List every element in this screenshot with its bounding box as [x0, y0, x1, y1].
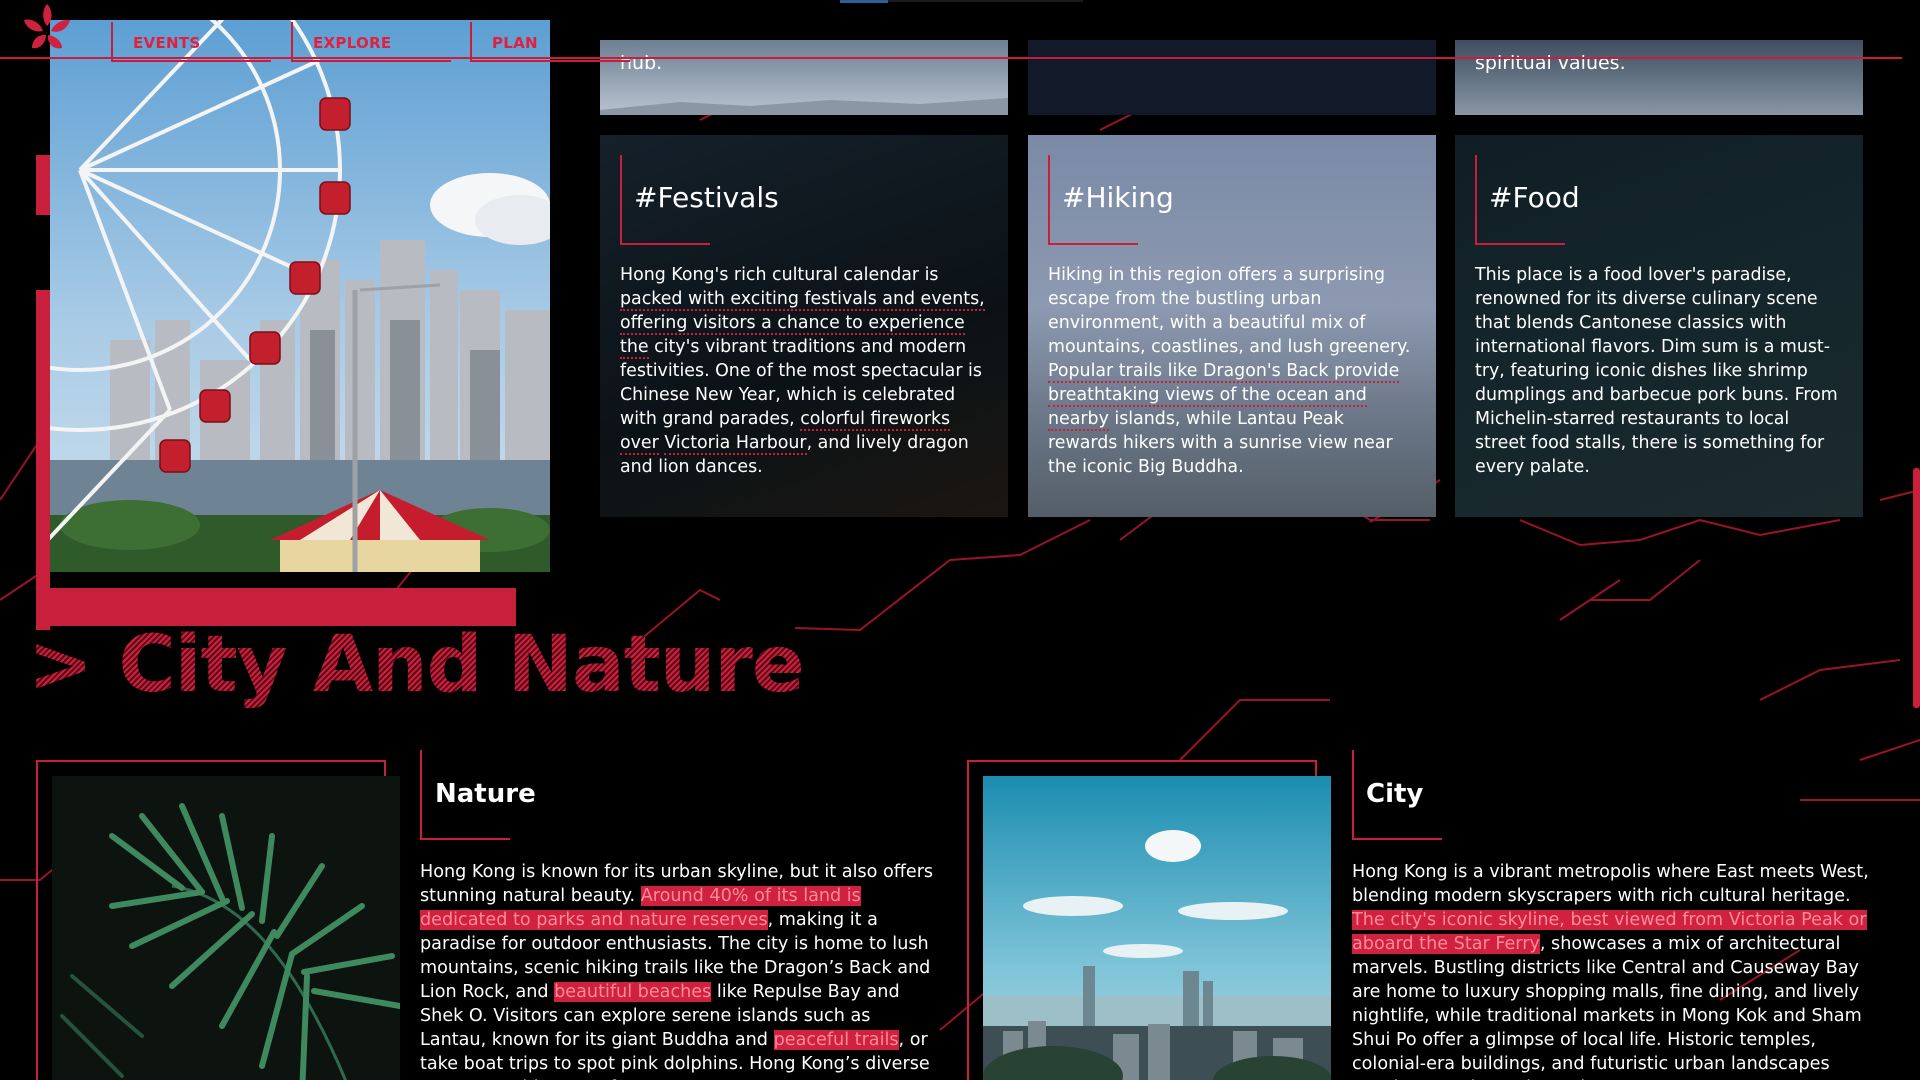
hiking-card[interactable]: #Hiking Hiking in this region offers a s… — [1028, 135, 1436, 517]
card-title: #Food — [1489, 181, 1580, 214]
ferris-wheel-photo — [50, 20, 550, 572]
nature-palm-photo — [52, 776, 400, 1080]
scrollbar-thumb[interactable] — [1913, 468, 1920, 708]
nav-explore[interactable]: EXPLORE — [291, 22, 451, 62]
bauhinia-flower-icon[interactable] — [18, 0, 76, 58]
nav-divider — [0, 57, 1902, 59]
card-text: Hong Kong's rich cultural calendar is pa… — [620, 265, 985, 477]
card-title: #Hiking — [1062, 181, 1174, 214]
highlight: peaceful trails — [773, 1030, 899, 1050]
nav-plan[interactable]: PLAN — [470, 22, 630, 62]
section-title: > City And Nature — [28, 620, 805, 710]
festivals-card[interactable]: #Festivals Hong Kong's rich cultural cal… — [600, 135, 1008, 517]
victoria-harbour-link[interactable]: Victoria Harbour — [664, 433, 807, 455]
frame-accent — [36, 290, 50, 630]
page: EVENTS EXPLORE PLAN hub. spiritual value… — [0, 0, 1920, 1080]
nature-heading: Nature — [435, 779, 536, 809]
city-text: Hong Kong is a vibrant metropolis where … — [1352, 862, 1869, 1080]
card-title: #Festivals — [634, 181, 779, 214]
city-heading: City — [1366, 779, 1424, 809]
frame-accent — [36, 155, 50, 215]
top-navigation: EVENTS EXPLORE PLAN — [0, 0, 1920, 62]
page-progress-indicator — [840, 0, 888, 3]
nature-text: Hong Kong is known for its urban skyline… — [420, 862, 934, 1080]
nav-events[interactable]: EVENTS — [111, 22, 271, 62]
highlight: beautiful beaches — [554, 982, 712, 1002]
city-skyline-photo — [983, 776, 1331, 1080]
card-text: This place is a food lover's paradise, r… — [1475, 265, 1838, 477]
page-progress-track — [888, 0, 1083, 2]
food-card[interactable]: #Food This place is a food lover's parad… — [1455, 135, 1863, 517]
card-text: Hiking in this region offers a surprisin… — [1048, 265, 1411, 477]
